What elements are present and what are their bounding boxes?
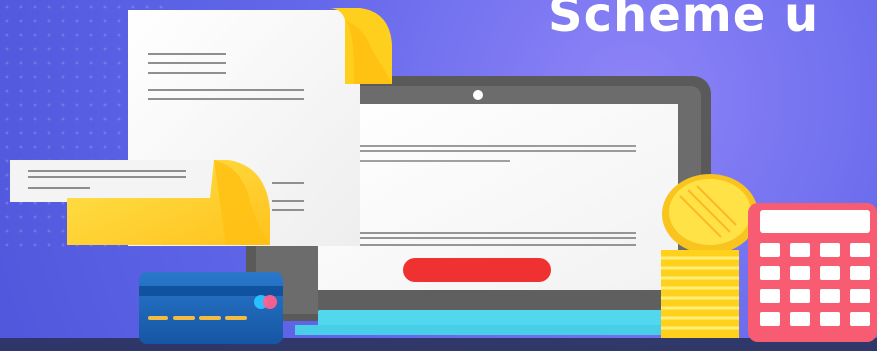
banner-canvas: Scheme u bbox=[0, 0, 877, 351]
credit-card-icon bbox=[139, 272, 283, 344]
finance-illustration bbox=[0, 8, 877, 351]
receipt-document bbox=[10, 160, 270, 245]
screen-action-bar bbox=[403, 258, 551, 282]
coin-stack-icon bbox=[661, 174, 758, 338]
bottom-edge bbox=[0, 338, 877, 351]
calculator-icon bbox=[748, 203, 877, 342]
